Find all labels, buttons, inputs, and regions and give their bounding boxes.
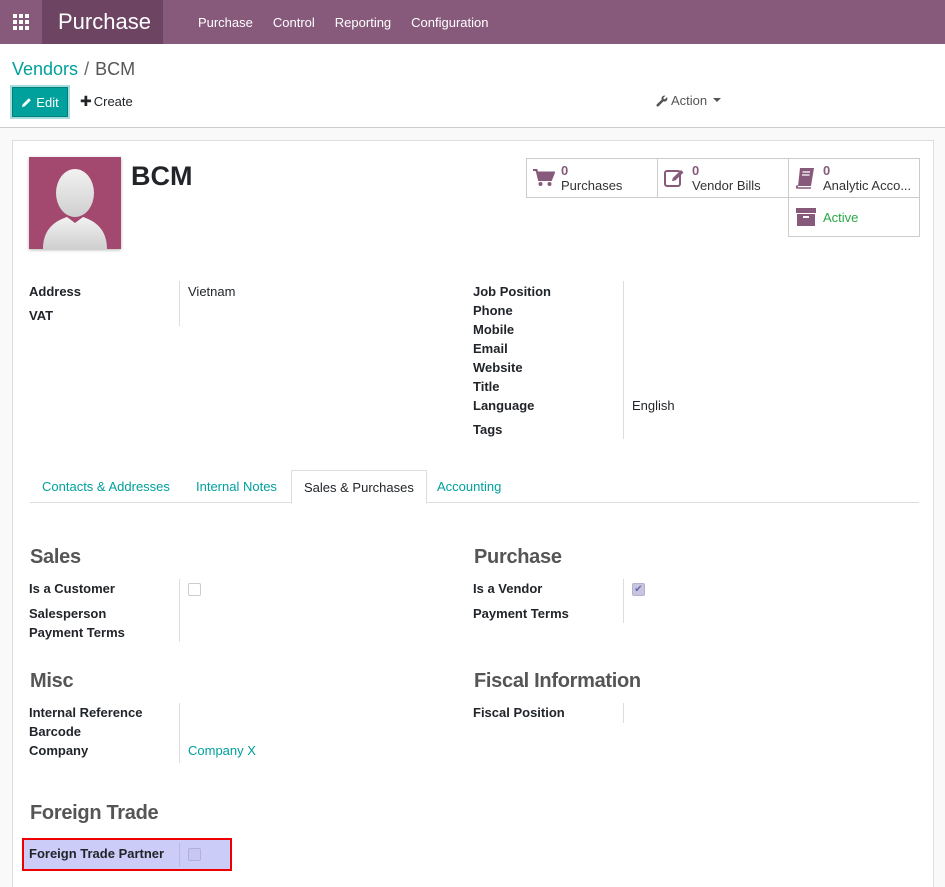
language-label: Language (473, 398, 535, 413)
misc-section-title: Misc (30, 670, 74, 692)
tab-contacts-addresses[interactable]: Contacts & Addresses (30, 470, 182, 503)
action-dropdown-label: Action (671, 93, 708, 108)
tab-sales-purchases[interactable]: Sales & Purchases (291, 470, 427, 504)
field-separator (623, 579, 624, 623)
is-customer-checkbox[interactable] (188, 583, 201, 596)
is-customer-label: Is a Customer (29, 581, 115, 596)
action-dropdown[interactable]: Action (656, 93, 722, 108)
fiscal-section-title: Fiscal Information (474, 670, 641, 692)
breadcrumb-current: BCM (95, 59, 136, 79)
app-brand[interactable]: Purchase (42, 0, 163, 44)
caret-down-icon (713, 97, 722, 102)
create-button-label: Create (93, 94, 133, 109)
check-icon: ✔ (634, 583, 643, 595)
title-label: Title (473, 379, 500, 394)
purchase-section-title: Purchase (474, 546, 562, 568)
control-panel: Vendors / BCM Edit ✚ Create Action (0, 44, 945, 128)
breadcrumb: Vendors / BCM (12, 59, 135, 80)
vendor-bills-label: Vendor Bills (692, 178, 761, 193)
edit-button-label: Edit (36, 94, 59, 110)
breadcrumb-separator: / (84, 59, 90, 79)
edit-document-icon (658, 168, 692, 188)
vat-label: VAT (29, 308, 54, 323)
purchases-label: Purchases (561, 178, 623, 193)
barcode-label: Barcode (29, 724, 82, 739)
job-position-label: Job Position (473, 284, 551, 299)
menu-item-reporting[interactable]: Reporting (335, 15, 391, 30)
archive-icon (789, 207, 823, 227)
purchases-smart-button[interactable]: 0 Purchases (526, 158, 658, 198)
menu-item-purchase[interactable]: Purchase (198, 15, 253, 30)
top-navbar: Purchase Purchase Control Reporting Conf… (0, 0, 945, 44)
purchases-count: 0 (561, 163, 569, 178)
tab-accounting[interactable]: Accounting (425, 470, 513, 503)
email-label: Email (473, 341, 508, 356)
analytic-accounts-count: 0 (823, 163, 831, 178)
is-vendor-label: Is a Vendor (473, 581, 543, 596)
field-separator (179, 703, 180, 763)
phone-label: Phone (473, 303, 513, 318)
is-vendor-checkbox[interactable]: ✔ (632, 583, 645, 596)
menu-item-control[interactable]: Control (273, 15, 315, 30)
sales-payment-terms-label: Payment Terms (29, 625, 125, 640)
sales-section-title: Sales (30, 546, 81, 568)
field-separator (623, 281, 624, 439)
shopping-cart-icon (527, 169, 561, 187)
field-separator (179, 843, 180, 867)
company-link[interactable]: Company X (188, 743, 256, 758)
field-separator (179, 579, 180, 642)
plus-icon: ✚ (80, 93, 92, 109)
notebook-tabs: Contacts & Addresses Internal Notes Sale… (30, 470, 919, 504)
foreign-trade-partner-label: Foreign Trade Partner (29, 846, 165, 861)
breadcrumb-vendors[interactable]: Vendors (12, 59, 78, 79)
language-value[interactable]: English (632, 398, 675, 413)
tags-label: Tags (473, 422, 503, 437)
wrench-icon (656, 95, 668, 107)
purchase-payment-terms-label: Payment Terms (473, 606, 569, 621)
company-label: Company (29, 743, 89, 758)
foreign-trade-partner-checkbox[interactable] (188, 848, 201, 861)
record-name: BCM (131, 161, 193, 191)
salesperson-label: Salesperson (29, 606, 107, 621)
analytic-accounts-label: Analytic Acco... (823, 178, 912, 193)
main-menu: Purchase Control Reporting Configuration (198, 15, 509, 30)
apps-menu-button[interactable] (0, 0, 42, 44)
create-button[interactable]: ✚ Create (80, 93, 133, 110)
tab-internal-notes[interactable]: Internal Notes (184, 470, 289, 503)
active-label: Active (823, 209, 859, 225)
website-label: Website (473, 360, 523, 375)
active-toggle-button[interactable]: Active (788, 197, 920, 237)
vendor-bills-smart-button[interactable]: 0 Vendor Bills (657, 158, 789, 198)
form-sheet: BCM 0 Purchases 0 Vendor Bills 0 Analyti… (12, 140, 934, 887)
analytic-accounts-smart-button[interactable]: 0 Analytic Acco... (788, 158, 920, 198)
vendor-bills-count: 0 (692, 163, 700, 178)
grid-icon (13, 14, 29, 30)
edit-button[interactable]: Edit (12, 87, 68, 117)
mobile-label: Mobile (473, 322, 515, 337)
book-icon (789, 167, 823, 189)
foreign-trade-section-title: Foreign Trade (30, 802, 159, 824)
fiscal-position-label: Fiscal Position (473, 705, 565, 720)
internal-reference-label: Internal Reference (29, 705, 143, 720)
person-silhouette-icon (43, 169, 107, 249)
field-separator (623, 703, 624, 723)
avatar[interactable] (29, 157, 121, 249)
address-label: Address (29, 284, 82, 299)
address-value: Vietnam (188, 284, 236, 299)
pencil-icon (22, 97, 32, 107)
field-separator (179, 281, 180, 326)
menu-item-configuration[interactable]: Configuration (411, 15, 488, 30)
